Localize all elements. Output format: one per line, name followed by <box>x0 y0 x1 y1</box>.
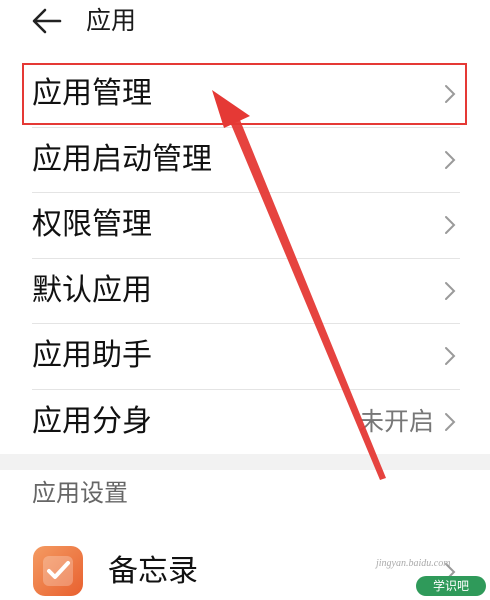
watermark-site-text: jingyan.baidu.com <box>376 558 451 569</box>
menu-item-label: 默认应用 <box>32 272 152 308</box>
chevron-right-icon <box>445 347 456 365</box>
menu-item-app-management[interactable]: 应用管理 <box>0 62 490 128</box>
back-arrow-icon[interactable] <box>30 6 64 36</box>
chevron-right-icon <box>445 85 456 103</box>
chevron-right-icon <box>445 412 456 431</box>
watermark-badge: 学识吧 <box>416 576 486 596</box>
chevron-right-icon <box>445 281 456 300</box>
menu-item-label: 应用分身 <box>32 403 152 439</box>
menu-item-label: 应用助手 <box>32 338 152 373</box>
menu-item-app-assistant[interactable]: 应用助手 <box>0 324 490 390</box>
app-label: 备忘录 <box>108 554 198 589</box>
watermark: jingyan.baidu.com 学识吧 <box>370 540 490 600</box>
app-twin-status: 未开启 <box>358 406 434 436</box>
menu-item-permission-management[interactable]: 权限管理 <box>0 193 490 259</box>
page-title: 应用 <box>86 6 137 35</box>
menu-item-default-apps[interactable]: 默认应用 <box>0 259 490 324</box>
settings-menu-list: 应用管理 应用启动管理 权限管理 默认应用 应用助手 应用分身 未开启 <box>0 62 490 455</box>
chevron-right-icon <box>445 150 456 169</box>
menu-item-label: 应用启动管理 <box>32 141 212 177</box>
menu-item-label: 应用管理 <box>32 76 152 111</box>
section-divider <box>0 454 490 470</box>
section-header: 应用设置 <box>32 479 128 507</box>
app-header: 应用 <box>0 0 490 44</box>
memo-checkmark-icon <box>33 546 83 596</box>
menu-item-label: 权限管理 <box>32 207 152 242</box>
menu-item-app-launch-management[interactable]: 应用启动管理 <box>0 128 490 193</box>
chevron-right-icon <box>445 216 456 234</box>
menu-item-app-twin[interactable]: 应用分身 未开启 <box>0 390 490 456</box>
